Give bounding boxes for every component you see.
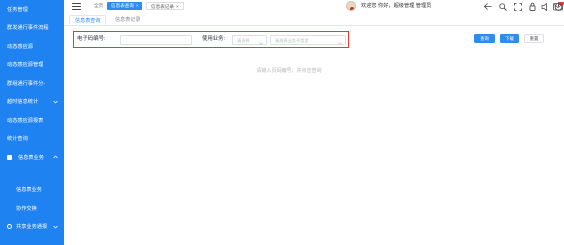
sidebar-item-label: 动态感应源 [7,43,33,50]
sidebar-item-dynamic-source-manage[interactable]: 动态感应源管理 [0,56,64,75]
business-label: 使用业务: [202,36,226,42]
tab-info-query[interactable]: 信息表查询 × [107,2,142,10]
sidebar-item-info-business[interactable]: 信息表业务 [0,148,64,167]
sidebar-item-label: 统计查询 [7,136,28,143]
sidebar-item-group-event[interactable]: 群组通行事件分- [0,74,64,93]
chevron-down-icon [259,39,263,45]
sidebar-item-label: 越时信息统计 [7,99,39,106]
sidebar-item-label: 协作交换 [16,205,37,212]
sidebar-item-label: 群发通行事件流程 [7,25,49,32]
menu-toggle-icon[interactable] [72,3,81,10]
code-input[interactable] [120,34,192,45]
sidebar-item-overtime-stats[interactable]: 越时信息统计 [0,93,64,112]
search-form: 电子码编号: 使用业务: 请选择 请选择业务子类型 [73,31,349,48]
tab-home[interactable]: 全页 [90,2,107,10]
sidebar-item-shared-report[interactable]: 共享业务通报 [0,218,64,237]
expand-icon[interactable] [512,1,523,12]
sidebar-subitem-collab-exchange[interactable]: 协作交换 [0,199,64,218]
query-button[interactable]: 查询 [474,34,495,43]
tab-label: 信息表记录 [151,4,174,9]
inner-tab-bar: 信息表查询 信息表记录 [64,12,564,26]
sidebar-item-dynamic-report[interactable]: 动态感应源报表 [0,111,64,130]
sidebar-item-dynamic-source[interactable]: 动态感应源 [0,37,64,56]
sidebar-item-label: 信息表业务 [16,187,42,194]
empty-hint: 请输入页码编号，并点击查询 [256,68,322,74]
sidebar: 任务管理 群发通行事件流程 动态感应源 动态感应源管理 群组通行事件分- 越时信… [0,0,64,245]
business-select[interactable]: 请选择 [232,34,267,45]
business-detail-select[interactable]: 请选择业务子类型 [270,34,346,45]
sidebar-item-label: 动态感应源管理 [7,62,44,69]
tab-label: 信息表查询 [111,3,134,8]
sidebar-subitem-info-business[interactable]: 信息表业务 [0,181,64,200]
top-bar: 全页 信息表查询 × 信息表记录 × 欢迎您 你好，超级管理 管理员 [64,0,564,12]
sidebar-item-group-flow[interactable]: 群发通行事件流程 [0,19,64,38]
tab-info-record-inner[interactable]: 信息表记录 [110,15,145,25]
chevron-down-icon [52,99,58,105]
business-detail-placeholder: 请选择业务子类型 [275,37,309,43]
sidebar-item-label: 共享业务通报 [16,224,48,231]
arrow-left-icon[interactable] [482,1,493,12]
notification-icon[interactable] [540,1,551,12]
download-button[interactable]: 下载 [500,34,519,43]
close-icon[interactable]: × [176,4,179,9]
tab-info-record[interactable]: 信息表记录 × [146,2,184,10]
sidebar-item-label: 任务管理 [7,6,28,13]
business-select-placeholder: 请选择 [237,37,250,43]
avatar[interactable] [346,1,356,11]
close-icon[interactable]: × [136,3,139,8]
sidebar-item-stat-query[interactable]: 统计查询 [0,130,64,149]
main-content: 信息表查询 信息表记录 电子码编号: 使用业务: 请选择 请选择业务子类型 查询… [64,12,564,245]
tab-info-query-inner[interactable]: 信息表查询 [69,15,107,25]
welcome-text: 欢迎您 你好，超级管理 管理员 [361,3,432,9]
chevron-up-icon [52,154,58,160]
sidebar-item-label: 信息表业务 [18,154,44,161]
sidebar-item-label: 动态感应源报表 [7,117,44,124]
lock-icon[interactable] [527,1,538,12]
chevron-down-icon [52,224,58,230]
chevron-down-icon [338,39,342,45]
code-label: 电子码编号: [77,36,106,42]
power-icon[interactable] [553,1,564,12]
circle-icon [7,224,12,230]
reset-button[interactable]: 重置 [524,34,544,43]
square-icon [7,154,12,160]
sidebar-item-label: 群组通行事件分- [7,80,46,87]
search-icon[interactable] [497,1,508,12]
sidebar-item-task[interactable]: 任务管理 [0,0,64,19]
